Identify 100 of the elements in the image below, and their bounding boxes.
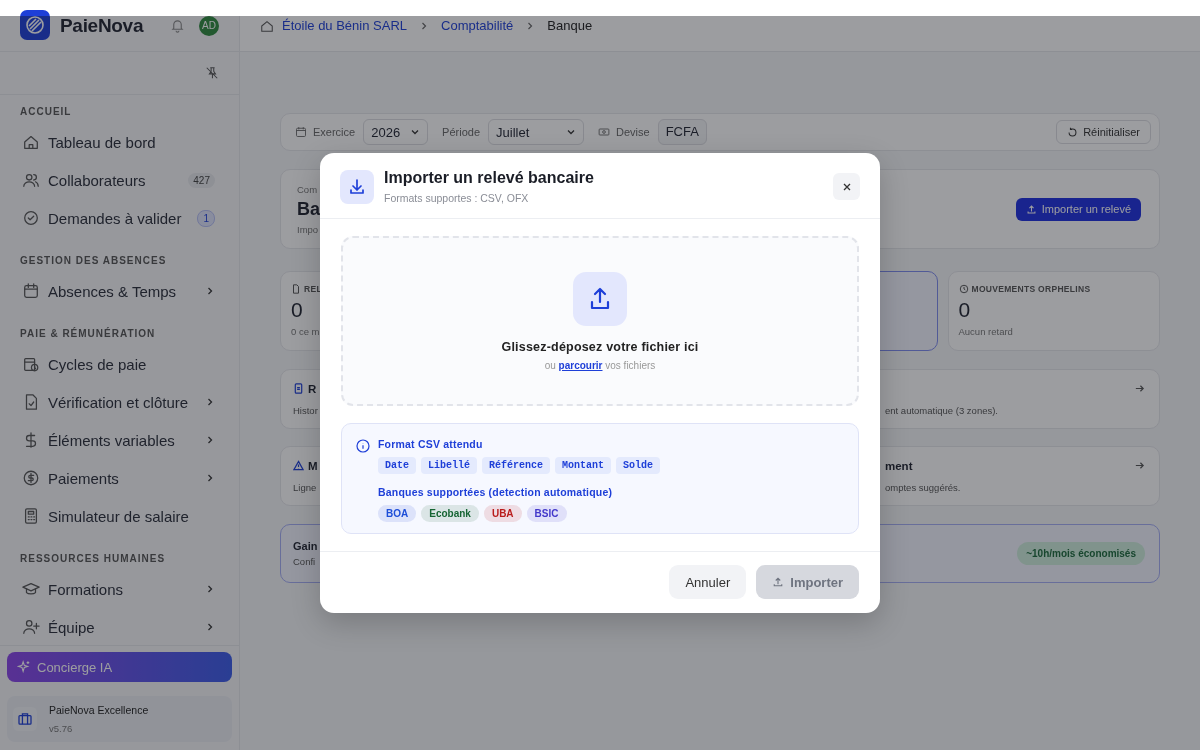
- file-drop-zone[interactable]: Glissez-déposez votre fichier ici ou parcourir vos fichiers: [341, 236, 859, 406]
- nav-section-title: PAIE & RÉMUNÉRATION: [19, 326, 157, 341]
- nav-icon: [22, 209, 40, 227]
- notification-bell-icon[interactable]: [170, 18, 185, 33]
- nav-item[interactable]: Formations: [0, 570, 239, 608]
- breadcrumb-item[interactable]: Comptabilité: [441, 18, 514, 33]
- upload-icon: [1025, 203, 1037, 215]
- card-description: omptes suggérés.: [885, 482, 961, 493]
- card-title: M: [308, 459, 318, 472]
- column-chip: Référence: [482, 457, 551, 474]
- arrow-right-icon: [1134, 383, 1145, 394]
- brand-name: PaieNova: [60, 14, 145, 37]
- column-chip: Libellé: [421, 457, 478, 474]
- currency-field[interactable]: FCFA: [657, 119, 707, 145]
- reset-icon: [1067, 126, 1079, 138]
- user-avatar[interactable]: AD: [199, 15, 219, 36]
- card-description: Histor: [293, 405, 318, 416]
- unpin-icon[interactable]: [205, 66, 219, 80]
- nav-item[interactable]: Demandes à valider 1: [0, 199, 239, 237]
- close-button[interactable]: [833, 173, 860, 200]
- upload-icon: [772, 576, 785, 588]
- nav-icon: [22, 355, 40, 373]
- count-badge: 1: [197, 209, 215, 227]
- breadcrumb-item: Banque: [547, 18, 593, 33]
- nav-item[interactable]: Collaborateurs 427: [0, 161, 239, 199]
- stat-value: 0: [291, 298, 303, 322]
- column-chip: Solde: [616, 457, 661, 474]
- breadcrumb-item[interactable]: Étoile du Bénin SARL: [282, 18, 408, 33]
- stat-value: 0: [958, 298, 971, 322]
- arrow-right-icon: [1134, 460, 1145, 471]
- card-description: Ligne: [293, 482, 317, 493]
- page-title: Ba: [297, 198, 320, 220]
- bank-chip: UBA: [483, 505, 522, 522]
- period-select[interactable]: Juillet: [488, 119, 585, 145]
- card-title: ment: [885, 459, 913, 472]
- dialog-title: Importer un relevé bancaire: [384, 169, 595, 187]
- sparkle-icon: [17, 660, 31, 674]
- plan-name: PaieNova Excellence: [49, 704, 149, 716]
- stat-note: 0 ce m: [291, 326, 320, 337]
- bank-chip: Ecobank: [421, 505, 479, 522]
- nav-icon: [22, 580, 40, 598]
- filter-label: Exercice: [313, 126, 356, 138]
- filter-label: Devise: [616, 126, 650, 138]
- nav-icon: [22, 133, 40, 151]
- bank-chip: BOA: [378, 505, 417, 522]
- count-badge: 427: [188, 172, 215, 188]
- browse-link[interactable]: parcourir: [558, 359, 603, 371]
- download-icon: [340, 169, 374, 204]
- close-icon: [841, 181, 852, 192]
- nav-item[interactable]: Absences & Temps: [0, 272, 239, 310]
- cancel-button[interactable]: Annuler: [669, 565, 747, 599]
- nav-item[interactable]: Simulateur de salaire: [0, 497, 239, 535]
- card-description: ent automatique (3 zones).: [885, 405, 998, 416]
- browse-hint: ou parcourir vos fichiers: [544, 359, 656, 371]
- dialog-subtitle: Formats supportes : CSV, OFX: [384, 192, 530, 204]
- nav-icon: [22, 618, 40, 636]
- nav-item[interactable]: Paiements: [0, 459, 239, 497]
- nav-section-title: RESSOURCES HUMAINES: [19, 552, 167, 566]
- calendar-icon: [295, 126, 307, 138]
- chevron-down-icon: [566, 127, 577, 137]
- nav-item[interactable]: Éléments variables: [0, 421, 239, 459]
- upload-icon: [573, 271, 627, 326]
- nav-item[interactable]: Équipe: [0, 608, 239, 645]
- column-chip: Montant: [555, 457, 612, 474]
- info-icon: [356, 439, 370, 453]
- format-title: Format CSV attendu: [378, 438, 484, 450]
- reset-button[interactable]: Réinitialiser: [1056, 120, 1151, 144]
- card-title: R: [308, 382, 317, 395]
- chevron-down-icon: [410, 127, 421, 137]
- clock-icon: [958, 284, 969, 294]
- nav-icon: [22, 469, 40, 487]
- bank-chip: BSIC: [526, 505, 567, 522]
- stat-label: MOUVEMENTS ORPHELINS: [971, 284, 1091, 294]
- assistant-button[interactable]: Concierge IA: [7, 652, 232, 682]
- nav-icon: [22, 507, 40, 525]
- nav-section-title: ACCUEIL: [19, 105, 73, 119]
- filter-label: Période: [442, 126, 481, 138]
- warning-icon: [293, 460, 304, 471]
- home-icon[interactable]: [260, 18, 274, 33]
- banks-title: Banques supportées (detection automatique): [378, 486, 614, 498]
- banner-text: Confi: [293, 556, 316, 567]
- nav-item[interactable]: Cycles de paie: [0, 345, 239, 383]
- page-subtitle: Impo: [297, 223, 319, 235]
- nav-item[interactable]: Vérification et clôture: [0, 383, 239, 421]
- nav-section-title: GESTION DES ABSENCES: [19, 254, 168, 268]
- column-chip: Date: [378, 457, 416, 474]
- year-select[interactable]: 2026: [363, 119, 429, 145]
- nav-icon: [22, 282, 40, 300]
- header-eyebrow: Com: [297, 183, 318, 195]
- banknote-icon: [598, 126, 611, 138]
- import-statement-button[interactable]: Importer un relevé: [1015, 197, 1141, 221]
- nav-icon: [22, 171, 40, 189]
- document-icon: [291, 284, 301, 294]
- document-icon: [293, 383, 304, 394]
- nav-item[interactable]: Tableau de bord: [0, 123, 239, 161]
- drop-instruction: Glissez-déposez votre fichier ici: [501, 339, 699, 354]
- stat-note: Aucun retard: [958, 326, 1013, 337]
- stat-label: REL: [304, 284, 322, 294]
- savings-badge: ~10h/mois économisés: [1017, 542, 1145, 565]
- version-label: v5.76: [49, 723, 74, 734]
